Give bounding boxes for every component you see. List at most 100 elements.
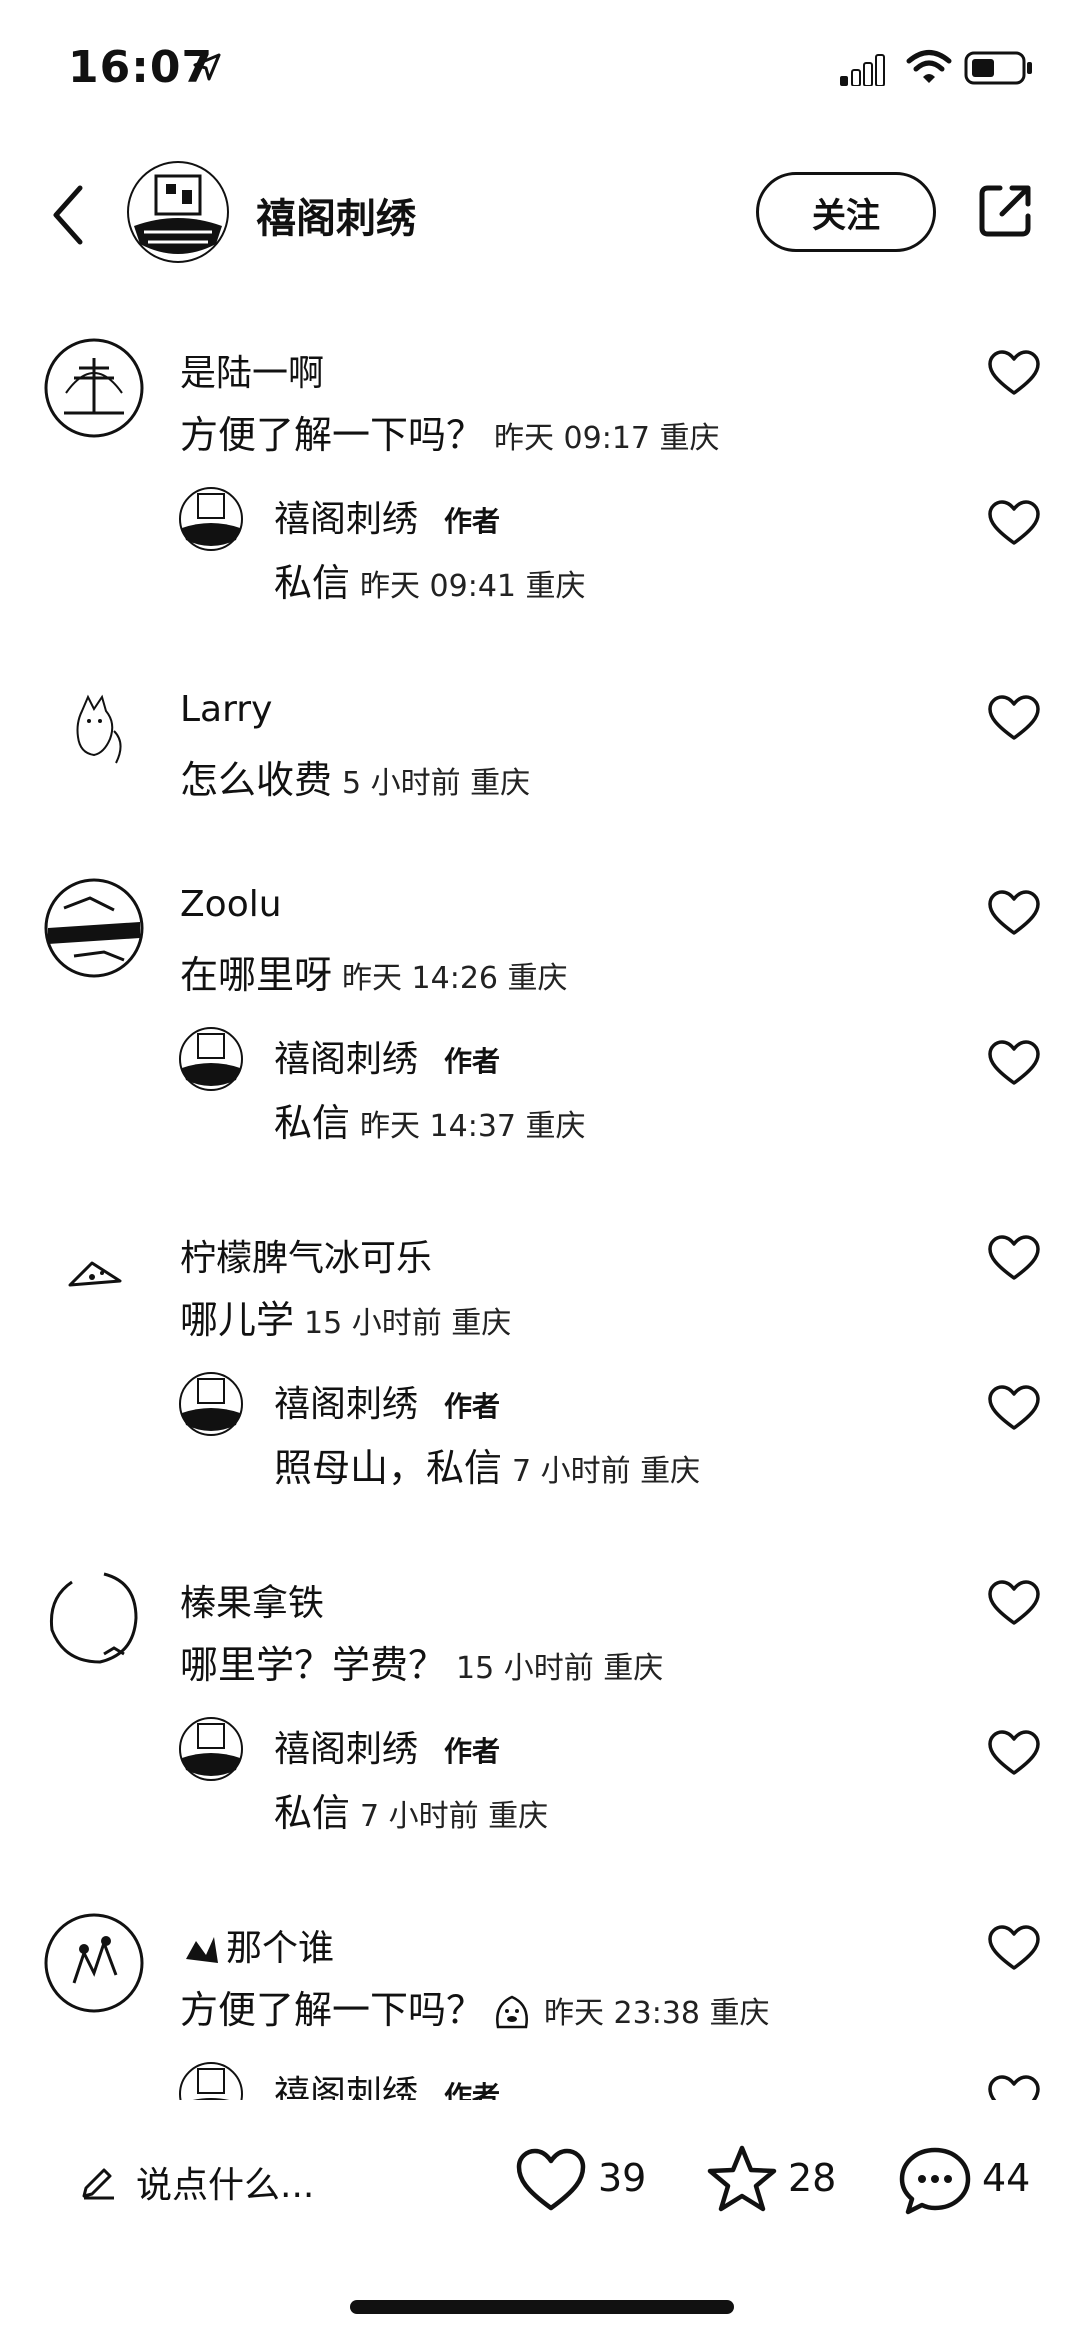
comment-text[interactable]: 方便了解一下吗？ 昨天 09:17 重庆 bbox=[180, 404, 720, 459]
reply-body: 私信 bbox=[274, 1101, 351, 1145]
pen-icon[interactable] bbox=[80, 2164, 116, 2200]
heart-icon[interactable] bbox=[988, 890, 1040, 936]
author-avatar[interactable] bbox=[178, 2061, 244, 2100]
reply-meta: 昨天 09:41 重庆 bbox=[360, 569, 586, 604]
comment-text[interactable]: 在哪里呀 昨天 14:26 重庆 bbox=[180, 944, 568, 999]
emoji-icon bbox=[496, 1995, 528, 2028]
comment-count: 44 bbox=[982, 2156, 1031, 2200]
comment-body: 在哪里呀 bbox=[180, 953, 333, 997]
reply-text[interactable]: 照母山，私信 7 小时前 重庆 bbox=[274, 1437, 700, 1492]
comment-username[interactable]: Larry bbox=[180, 689, 272, 730]
comment-item: 那个谁 方便了解一下吗？ 昨天 23:38 重庆 禧阁刺绣 作者 bbox=[0, 1905, 1080, 2100]
comment-body: 哪儿学 bbox=[180, 1298, 295, 1342]
comment-meta: 昨天 14:26 重庆 bbox=[342, 961, 568, 996]
back-icon[interactable] bbox=[48, 182, 88, 248]
comment-user-row: 那个谁 bbox=[180, 1919, 334, 1971]
reply-username[interactable]: 禧阁刺绣 bbox=[274, 2074, 418, 2100]
star-count: 28 bbox=[788, 2156, 837, 2200]
heart-icon[interactable] bbox=[988, 2075, 1040, 2100]
reply-text[interactable]: 私信 昨天 14:37 重庆 bbox=[274, 1092, 586, 1147]
reply-username[interactable]: 禧阁刺绣 bbox=[274, 1384, 418, 1425]
comment-body: 哪里学？学费？ bbox=[180, 1643, 447, 1687]
comment-username[interactable]: 是陆一啊 bbox=[180, 344, 324, 396]
reply-body: 照母山，私信 bbox=[274, 1446, 503, 1490]
reply-username[interactable]: 禧阁刺绣 bbox=[274, 499, 418, 540]
comment-body: 怎么收费 bbox=[180, 758, 333, 802]
author-tag: 作者 bbox=[444, 1390, 501, 1423]
follow-button[interactable]: 关注 bbox=[756, 172, 936, 252]
comment-username[interactable]: 榛果拿铁 bbox=[180, 1574, 324, 1626]
heart-icon[interactable] bbox=[988, 695, 1040, 741]
reply-text[interactable]: 私信 7 小时前 重庆 bbox=[274, 1782, 548, 1837]
reply-username[interactable]: 禧阁刺绣 bbox=[274, 1039, 418, 1080]
heart-icon[interactable] bbox=[988, 1385, 1040, 1431]
comment-meta: 昨天 23:38 重庆 bbox=[544, 1996, 770, 2031]
reply-body: 私信 bbox=[274, 561, 351, 605]
comment-username[interactable]: 那个谁 bbox=[226, 1928, 334, 1969]
comment-list[interactable]: 是陆一啊 方便了解一下吗？ 昨天 09:17 重庆 禧阁刺绣 作者 私信 昨天 09:… bbox=[0, 330, 1080, 2100]
comment-username[interactable]: Zoolu bbox=[180, 884, 282, 925]
comment-text[interactable]: 怎么收费 5 小时前 重庆 bbox=[180, 749, 530, 804]
reply-text[interactable]: 私信 昨天 09:41 重庆 bbox=[274, 552, 586, 607]
reply-meta: 7 小时前 重庆 bbox=[360, 1799, 549, 1834]
author-avatar[interactable] bbox=[178, 1716, 244, 1782]
reply-header: 禧阁刺绣 作者 bbox=[274, 1030, 500, 1082]
avatar[interactable] bbox=[44, 338, 144, 438]
like-count: 39 bbox=[598, 2156, 647, 2200]
comment-item: Zoolu 在哪里呀 昨天 14:26 重庆 禧阁刺绣 作者 私信 昨天 14:37 … bbox=[0, 870, 1080, 1145]
comment-input[interactable]: 说点什么... bbox=[136, 2156, 314, 2208]
comment-item: 榛果拿铁 哪里学？学费？ 15 小时前 重庆 禧阁刺绣 作者 私信 7 小时前 重庆 bbox=[0, 1560, 1080, 1835]
chat-icon[interactable] bbox=[898, 2146, 972, 2216]
signal-icon bbox=[840, 54, 885, 86]
comment-item: 柠檬脾气冰可乐 哪儿学 15 小时前 重庆 禧阁刺绣 作者 照母山，私信 7 小时前 … bbox=[0, 1215, 1080, 1490]
heart-icon[interactable] bbox=[988, 1730, 1040, 1776]
reply-header: 禧阁刺绣 作者 bbox=[274, 2065, 500, 2100]
comment-text[interactable]: 哪里学？学费？ 15 小时前 重庆 bbox=[180, 1634, 663, 1689]
heart-icon[interactable] bbox=[988, 1580, 1040, 1626]
comment-body: 方便了解一下吗？ bbox=[180, 413, 485, 457]
author-tag: 作者 bbox=[444, 1045, 501, 1078]
reply-username[interactable]: 禧阁刺绣 bbox=[274, 1729, 418, 1770]
comment-body: 方便了解一下吗？ bbox=[180, 1988, 485, 2032]
author-avatar[interactable] bbox=[126, 160, 230, 264]
avatar[interactable] bbox=[44, 878, 144, 978]
reply-meta: 7 小时前 重庆 bbox=[512, 1454, 701, 1489]
comment-text[interactable]: 哪儿学 15 小时前 重庆 bbox=[180, 1289, 511, 1344]
heart-icon[interactable] bbox=[988, 500, 1040, 546]
comment-meta: 15 小时前 重庆 bbox=[304, 1306, 512, 1341]
star-icon[interactable] bbox=[706, 2144, 778, 2214]
share-icon[interactable] bbox=[976, 182, 1034, 240]
location-arrow-icon bbox=[193, 53, 221, 81]
reply-meta: 昨天 14:37 重庆 bbox=[360, 1109, 586, 1144]
avatar[interactable] bbox=[44, 1913, 144, 2013]
author-avatar[interactable] bbox=[178, 1026, 244, 1092]
heart-icon[interactable] bbox=[988, 1925, 1040, 1971]
avatar[interactable] bbox=[44, 1223, 144, 1323]
author-name[interactable]: 禧阁刺绣 bbox=[256, 186, 416, 244]
comment-meta: 15 小时前 重庆 bbox=[456, 1651, 664, 1686]
comment-item: Larry 怎么收费 5 小时前 重庆 bbox=[0, 675, 1080, 825]
avatar[interactable] bbox=[44, 683, 144, 783]
heart-icon[interactable] bbox=[988, 1040, 1040, 1086]
avatar[interactable] bbox=[44, 1568, 144, 1668]
reply-header: 禧阁刺绣 作者 bbox=[274, 1720, 500, 1772]
wifi-icon bbox=[906, 50, 952, 83]
author-tag: 作者 bbox=[444, 1735, 501, 1768]
author-tag: 作者 bbox=[444, 2080, 501, 2100]
author-avatar[interactable] bbox=[178, 1371, 244, 1437]
status-bar: 16:07 bbox=[0, 0, 1080, 140]
home-indicator[interactable] bbox=[350, 2300, 734, 2314]
reply-header: 禧阁刺绣 作者 bbox=[274, 1375, 500, 1427]
like-icon[interactable] bbox=[516, 2148, 586, 2212]
heart-icon[interactable] bbox=[988, 1235, 1040, 1281]
user-emoji-icon bbox=[186, 1937, 218, 1963]
author-tag: 作者 bbox=[444, 505, 501, 538]
comment-username[interactable]: 柠檬脾气冰可乐 bbox=[180, 1229, 432, 1281]
heart-icon[interactable] bbox=[988, 350, 1040, 396]
battery-icon bbox=[964, 51, 1032, 85]
comment-item: 是陆一啊 方便了解一下吗？ 昨天 09:17 重庆 禧阁刺绣 作者 私信 昨天 09:… bbox=[0, 330, 1080, 605]
comment-text[interactable]: 方便了解一下吗？ 昨天 23:38 重庆 bbox=[180, 1979, 770, 2035]
bottom-action-bar: 说点什么... 39 28 44 bbox=[0, 2120, 1080, 2240]
comment-meta: 5 小时前 重庆 bbox=[342, 766, 531, 801]
author-avatar[interactable] bbox=[178, 486, 244, 552]
